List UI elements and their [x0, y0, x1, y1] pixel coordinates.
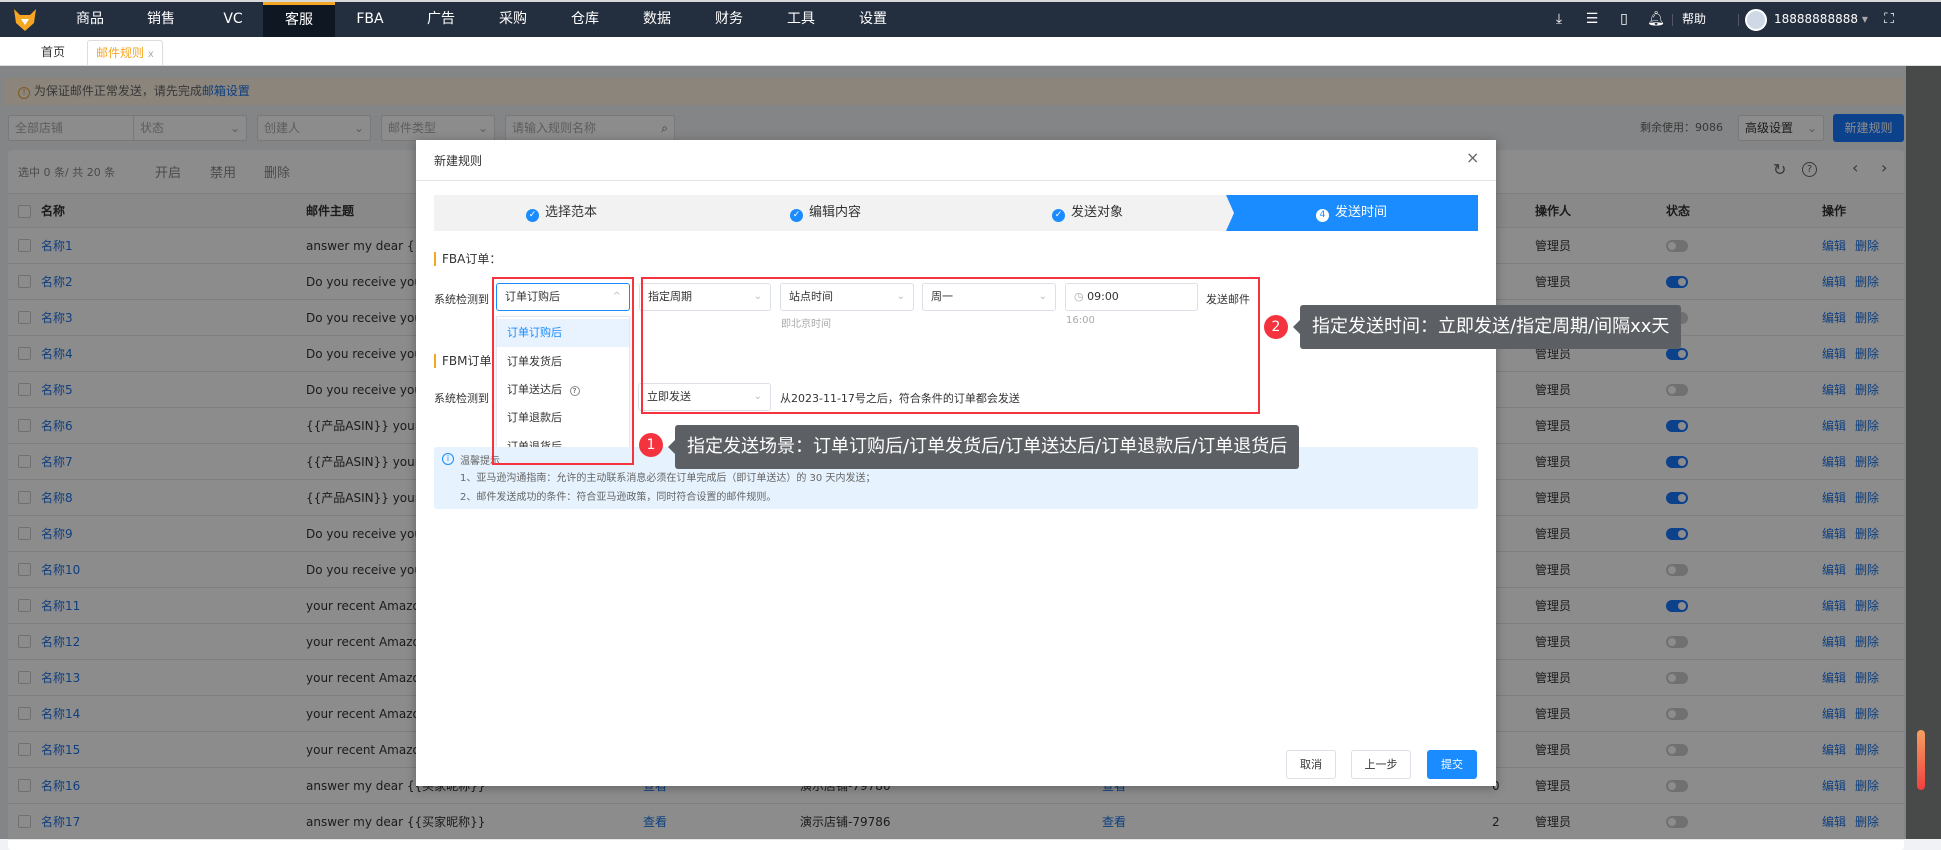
tab-label: 邮件规则 — [96, 46, 145, 60]
task-list-icon[interactable]: ☰ — [1583, 10, 1601, 28]
nav-item[interactable]: 商品 — [60, 2, 120, 37]
steps-bar: ✓ 选择范本 ✓ 编辑内容 ✓ 发送对象 4 发送时间 — [434, 195, 1478, 231]
annotation-box-2 — [641, 277, 1260, 414]
page-tabs: 首页 邮件规则 x — [0, 37, 1941, 66]
tab-home[interactable]: 首页 — [33, 40, 73, 66]
fba-detect-label: 系统检测到 — [434, 293, 489, 306]
nav-item[interactable]: 数据 — [627, 2, 687, 37]
top-nav: 商品 销售 VC 客服 FBA 广告 采购 仓库 数据 财务 工具 设置 ⤓ ☰ ▯ 🔔︎ 帮助 18… — [0, 0, 1941, 37]
step-send-target[interactable]: ✓ 发送对象 — [1052, 195, 1123, 231]
tab-mail-rules[interactable]: 邮件规则 x — [87, 40, 163, 66]
annotation-callout-2: 指定发送时间：立即发送/指定周期/间隔xx天 — [1292, 305, 1682, 349]
avatar[interactable] — [1745, 9, 1767, 31]
caret-down-icon: ▾ — [1861, 12, 1868, 26]
nav-item[interactable]: 销售 — [131, 2, 191, 37]
fullscreen-icon[interactable]: ⛶ — [1880, 10, 1898, 28]
prev-step-button[interactable]: 上一步 — [1351, 750, 1411, 779]
annotation-badge-1: 1 — [639, 433, 663, 457]
close-icon[interactable]: × — [1466, 148, 1479, 167]
annotation-callout-1: 指定发送场景：订单订购后/订单发货后/订单送达后/订单退款后/订单退货后 — [667, 425, 1300, 469]
nav-item[interactable]: 仓库 — [555, 2, 615, 37]
annotation-box-1 — [492, 277, 634, 465]
info-icon: i — [442, 453, 454, 465]
scrollbar-thumb[interactable] — [1917, 730, 1925, 790]
tips-line-1: 1、亚马逊沟通指南：允许的主动联系消息必须在订单完成后（即订单送达）的 30 天… — [460, 473, 876, 484]
fba-section-title: FBA订单： — [434, 252, 501, 266]
step-number-icon: 4 — [1316, 209, 1329, 222]
user-phone: 18888888888 — [1774, 12, 1858, 26]
modal-title: 新建规则 — [434, 154, 483, 168]
mobile-icon[interactable]: ▯ — [1615, 10, 1633, 28]
nav-item[interactable]: 广告 — [411, 2, 471, 37]
bell-icon[interactable]: 🔔︎ — [1647, 10, 1665, 28]
close-tab-icon[interactable]: x — [148, 49, 154, 60]
annotation-badge-2: 2 — [1264, 315, 1288, 339]
step-send-time[interactable]: 4 发送时间 — [1316, 195, 1387, 231]
nav-item[interactable]: 设置 — [843, 2, 903, 37]
help-link[interactable]: 帮助 — [1682, 2, 1706, 37]
check-circle-icon: ✓ — [1052, 209, 1065, 222]
logo-icon[interactable] — [12, 7, 38, 33]
download-icon[interactable]: ⤓ — [1550, 10, 1568, 28]
nav-item[interactable]: 客服 — [263, 2, 335, 37]
nav-item[interactable]: 采购 — [483, 2, 543, 37]
submit-button[interactable]: 提交 — [1427, 750, 1477, 779]
check-circle-icon: ✓ — [790, 209, 803, 222]
nav-item[interactable]: 工具 — [771, 2, 831, 37]
nav-item[interactable]: FBA — [340, 2, 400, 37]
step-select-template[interactable]: ✓ 选择范本 — [526, 195, 597, 231]
nav-item[interactable]: VC — [203, 2, 263, 37]
nav-item[interactable]: 财务 — [699, 2, 759, 37]
tips-line-2: 2、邮件发送成功的条件：符合亚马逊政策，同时符合设置的邮件规则。 — [460, 492, 777, 503]
step-edit-content[interactable]: ✓ 编辑内容 — [790, 195, 861, 231]
fbm-detect-label: 系统检测到 — [434, 392, 489, 405]
fbm-section-title: FBM订单 — [434, 354, 492, 368]
page-scrollbar[interactable] — [1906, 66, 1941, 839]
check-circle-icon: ✓ — [526, 209, 539, 222]
cancel-button[interactable]: 取消 — [1286, 750, 1336, 779]
user-menu[interactable]: 18888888888 ▾ — [1774, 2, 1868, 37]
